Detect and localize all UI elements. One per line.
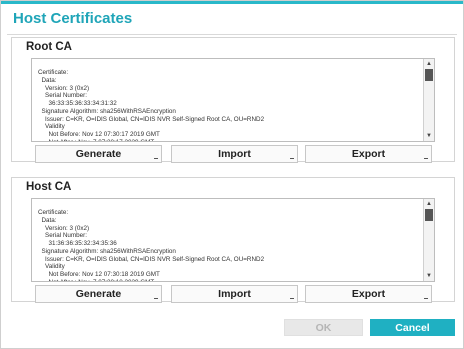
scroll-down-arrow-icon[interactable]: ▼ (426, 273, 432, 279)
root-ca-scrollbar[interactable]: ▲ ▼ (423, 59, 434, 141)
host-ca-cert-textbox[interactable]: Certificate: Data: Version: 3 (0x2) Seri… (31, 198, 435, 282)
host-ca-section: Host CA Certificate: Data: Version: 3 (0… (11, 177, 455, 303)
scroll-down-arrow-icon[interactable]: ▼ (426, 133, 432, 139)
host-ca-import-button[interactable]: Import (171, 285, 298, 303)
button-mark (424, 158, 428, 159)
dialog-title: Host Certificates (13, 10, 133, 27)
root-ca-cert-text: Certificate: Data: Version: 3 (0x2) Seri… (38, 69, 265, 141)
generate-label: Generate (75, 288, 122, 300)
button-mark (154, 158, 158, 159)
button-mark (154, 298, 158, 299)
export-label: Export (351, 148, 386, 160)
root-ca-cert-textbox[interactable]: Certificate: Data: Version: 3 (0x2) Seri… (31, 58, 435, 142)
root-ca-import-button[interactable]: Import (171, 145, 298, 163)
host-ca-export-button[interactable]: Export (305, 285, 432, 303)
generate-label: Generate (75, 148, 122, 160)
button-mark (424, 298, 428, 299)
scroll-up-arrow-icon[interactable]: ▲ (426, 61, 432, 67)
button-mark (290, 158, 294, 159)
scroll-up-arrow-icon[interactable]: ▲ (426, 201, 432, 207)
host-certificates-dialog: Host Certificates Root CA Certificate: D… (0, 0, 464, 349)
import-label: Import (218, 288, 251, 300)
export-label: Export (351, 288, 386, 300)
root-ca-export-button[interactable]: Export (305, 145, 432, 163)
dialog-title-bar: Host Certificates (1, 1, 463, 37)
cancel-button[interactable]: Cancel (370, 319, 455, 336)
host-ca-scrollbar[interactable]: ▲ ▼ (423, 199, 434, 281)
scroll-thumb[interactable] (425, 69, 433, 81)
import-label: Import (218, 148, 251, 160)
host-ca-title: Host CA (26, 181, 72, 193)
scroll-thumb[interactable] (425, 209, 433, 221)
button-mark (290, 298, 294, 299)
root-ca-section: Root CA Certificate: Data: Version: 3 (0… (11, 37, 455, 163)
host-ca-cert-text: Certificate: Data: Version: 3 (0x2) Seri… (38, 209, 265, 281)
ok-button[interactable]: OK (284, 319, 363, 336)
host-ca-generate-button[interactable]: Generate (35, 285, 162, 303)
title-divider (7, 34, 457, 35)
root-ca-title: Root CA (26, 41, 72, 53)
root-ca-generate-button[interactable]: Generate (35, 145, 162, 163)
